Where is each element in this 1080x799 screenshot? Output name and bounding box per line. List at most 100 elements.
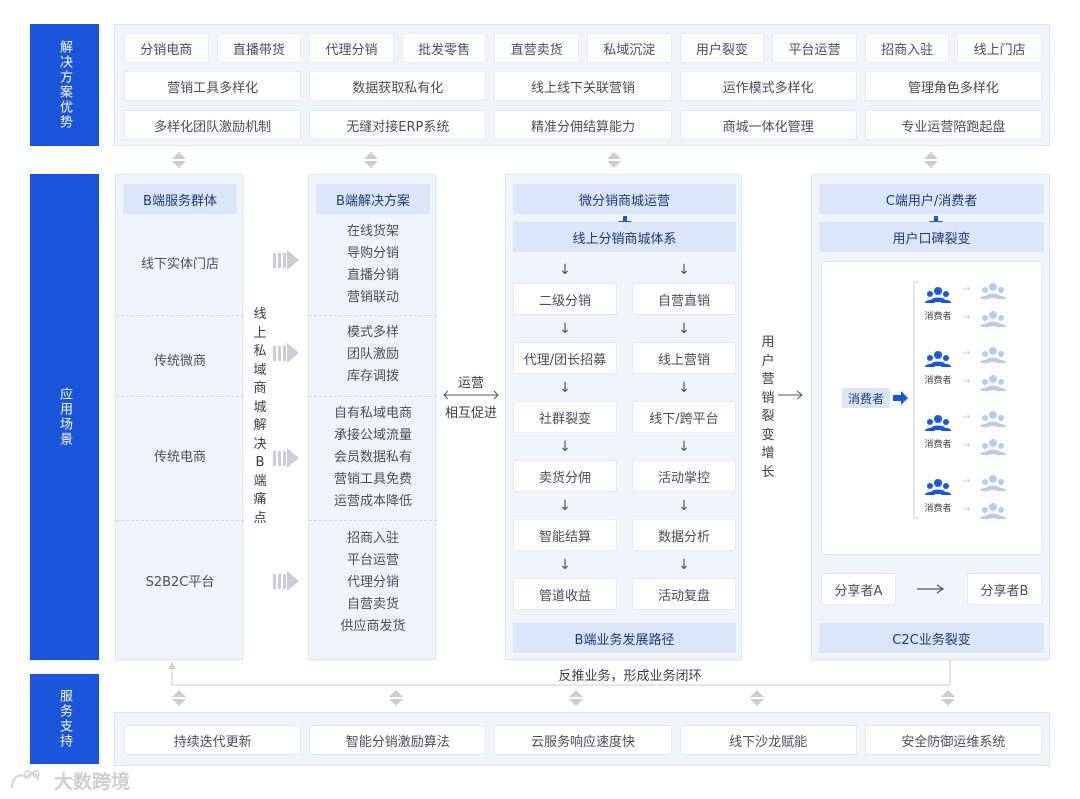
down-arrow-icon: ↓ — [559, 262, 571, 278]
small-arrow-icon: → — [962, 312, 971, 323]
vertical-char: 解 — [253, 418, 267, 433]
micro-step-label: 代理/团长招募 — [523, 352, 607, 368]
down-arrow-icon: ↓ — [678, 498, 690, 514]
c-title: C端用户/消费者 — [819, 184, 1044, 214]
advantage-chip: 平台运营 — [772, 33, 857, 63]
people-icon — [925, 478, 951, 501]
micro-step: 线下/跨平台 — [632, 401, 736, 433]
consumer-node-label: 消费者 — [924, 312, 952, 322]
sharer-arrow — [917, 584, 945, 594]
advantage-chip: 私域沉淀 — [587, 33, 672, 63]
micro-step-label: 卖货分佣 — [538, 470, 591, 486]
micro-step: 智能结算 — [513, 519, 617, 551]
b-solution-item: 供应商发货 — [340, 619, 406, 634]
small-arrow-icon: → — [962, 412, 971, 423]
advantage-chip-label: 用户裂变 — [695, 42, 748, 58]
micro-step: 数据分析 — [632, 519, 736, 551]
small-arrow-icon: → — [962, 504, 971, 515]
b-solution-item: 自有私域电商 — [333, 406, 412, 421]
advantages-row-1: 分销电商 直播带货 代理分销 批发零售 直营卖货 私域沉淀 用户裂变 平台运营 招商入驻 线上门店 — [124, 33, 1042, 63]
vertical-char: 城 — [253, 399, 267, 415]
vertical-char: 端 — [253, 473, 267, 489]
micro-step: 自营直销 — [632, 283, 736, 315]
advantage-chip-label: 精准分佣结算能力 — [530, 119, 635, 135]
advantage-chip-label: 管理角色多样化 — [907, 80, 999, 96]
advantage-chip-label: 无缝对接ERP系统 — [346, 119, 450, 135]
b-solution-group: 招商入驻 平台运营 代理分销 自营卖货 供应商发货 — [309, 528, 437, 638]
vertical-char: 私 — [253, 344, 267, 359]
b-solution-item: 团队激励 — [346, 347, 399, 362]
advantage-chip-label: 数据获取私有化 — [352, 80, 444, 96]
consumer-node: 消费者 — [918, 414, 958, 450]
advantage-chip: 安全防御运维系统 — [864, 725, 1042, 755]
divider — [309, 520, 437, 521]
advantage-chip: 无缝对接ERP系统 — [309, 110, 487, 140]
consumer-node-label: 消费者 — [924, 504, 952, 514]
advantage-chip: 商城一体化管理 — [679, 110, 857, 140]
vertical-char: 决 — [253, 436, 267, 452]
watermark: 大数跨境 — [8, 766, 148, 794]
sharer-a: 分享者A — [821, 573, 896, 605]
divider — [309, 315, 437, 316]
advantage-chip-label: 多样化团队激励机制 — [154, 119, 272, 135]
people-icon — [925, 350, 951, 373]
divider — [116, 520, 244, 521]
advantage-chip: 批发零售 — [401, 33, 487, 63]
advantage-chip: 云服务响应速度快 — [494, 725, 672, 755]
sharer-b: 分享者B — [967, 573, 1042, 605]
b-solution-item: 代理分销 — [346, 575, 399, 590]
advantage-chip-label: 直播带货 — [232, 42, 285, 58]
micro-step-label: 活动掌控 — [657, 470, 710, 486]
people-light-icon — [980, 438, 1006, 462]
small-arrow-icon: → — [962, 376, 971, 387]
micro-step-label: 二级分销 — [538, 293, 591, 309]
advantage-chip: 代理分销 — [309, 33, 394, 63]
b-group-item: 线下实体门店 — [140, 257, 219, 272]
micro-step: 社群裂变 — [513, 401, 617, 433]
micro-step-label: 自营直销 — [657, 293, 710, 309]
advantage-chip: 持续迭代更新 — [124, 725, 302, 755]
micro-right-path: ↓ 自营直销 ↓ 线上营销 ↓ 线下/跨平台 ↓ 活动掌控 ↓ 数据分析 ↓ 活动复盘 — [632, 257, 736, 611]
micro-step-label: 管道收益 — [538, 588, 591, 604]
micro-step: 管道收益 — [513, 578, 617, 610]
b-solution-item: 在线货架 — [346, 224, 399, 239]
advantage-chip-label: 营销工具多样化 — [167, 80, 259, 96]
vertical-char: B — [255, 455, 265, 470]
advantage-chip-label: 线上线下关联营销 — [530, 80, 635, 96]
consumer-tag: 消费者 — [842, 388, 890, 408]
small-arrow-icon: → — [962, 476, 971, 487]
divider — [116, 396, 244, 397]
down-arrow-icon: ↓ — [559, 439, 571, 455]
vertical-char: 痛 — [253, 492, 267, 507]
b-solution-item: 招商入驻 — [346, 531, 399, 546]
advantage-chip: 营销工具多样化 — [124, 71, 302, 101]
b-solution-item: 营销联动 — [346, 290, 399, 305]
small-arrow-icon: → — [962, 284, 971, 295]
people-light-icon — [980, 502, 1006, 526]
consumer-node: 消费者 — [918, 478, 958, 514]
micro-step: 卖货分佣 — [513, 460, 617, 492]
b-solution-item: 承接公域流量 — [333, 428, 412, 443]
arrow-group — [273, 250, 303, 610]
vertical-char: 增 — [761, 446, 775, 461]
advantage-chip-label: 专业运营陪跑起盘 — [901, 119, 1006, 135]
people-light-icon — [980, 346, 1006, 370]
advantage-chip-label: 平台运营 — [788, 42, 841, 58]
advantage-chip: 招商入驻 — [864, 33, 950, 63]
vertical-char: 变 — [761, 427, 775, 443]
micro-left-path: ↓ 二级分销 ↓ 代理/团长招募 ↓ 社群裂变 ↓ 卖货分佣 ↓ 智能结算 ↓ 管道收益 — [513, 257, 617, 611]
growth-arrow — [778, 390, 803, 400]
advantages-panel: 分销电商 直播带货 代理分销 批发零售 直营卖货 私域沉淀 用户裂变 平台运营 招商入驻 线上门店… — [114, 24, 1050, 146]
b-group-item: 传统电商 — [153, 450, 206, 465]
consumer-arrow — [893, 391, 908, 405]
b-solution-item: 直播分销 — [346, 268, 399, 283]
advantage-chip: 运作模式多样化 — [679, 71, 857, 101]
b-solution-item: 运营成本降低 — [333, 494, 412, 509]
advantage-chip-label: 运作模式多样化 — [722, 80, 814, 96]
down-arrow-icon: ↓ — [678, 557, 690, 573]
advantage-chip-label: 安全防御运维系统 — [901, 734, 1006, 750]
advantage-chip: 数据获取私有化 — [309, 71, 487, 101]
b-solution-item: 营销工具免费 — [333, 472, 412, 487]
advantage-chip: 智能分销激励算法 — [309, 725, 487, 755]
vertical-char: 商 — [253, 381, 267, 396]
